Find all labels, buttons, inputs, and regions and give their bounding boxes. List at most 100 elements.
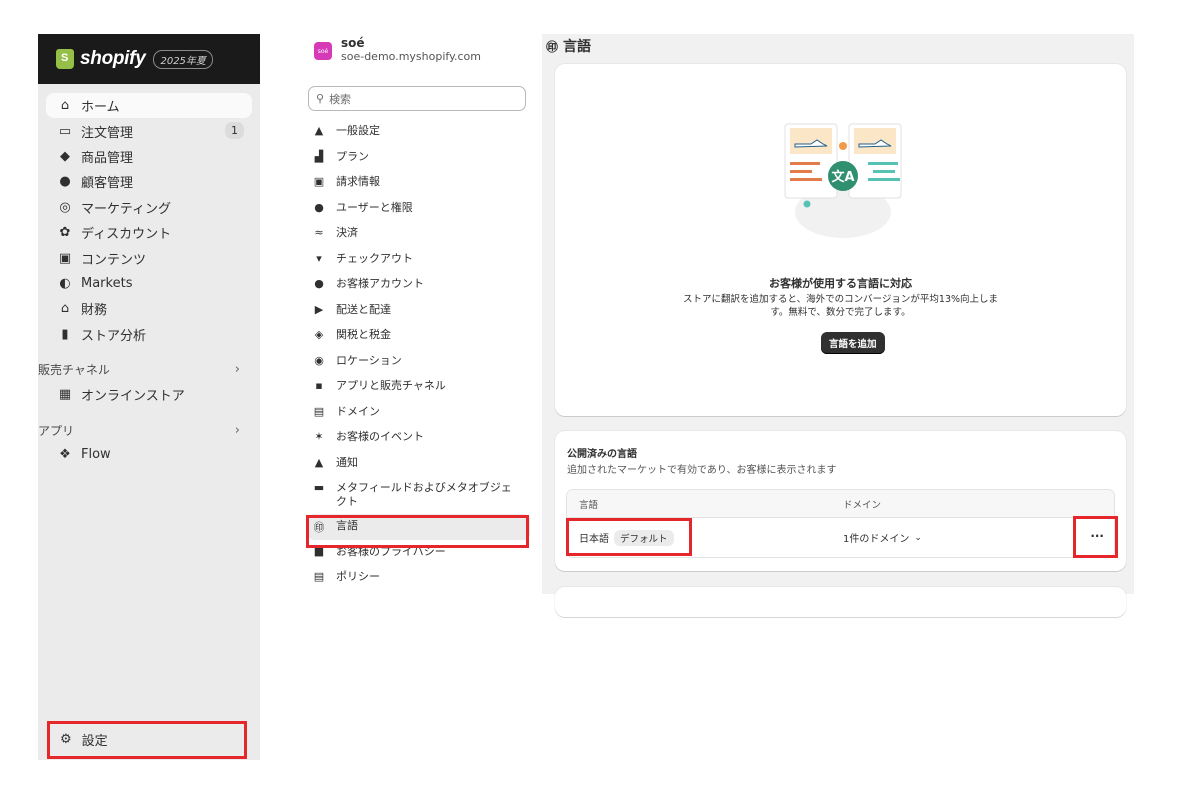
add-language-button[interactable]: 言語を追加 (821, 332, 885, 354)
settings-item-8[interactable]: ◈ 関税と税金 (308, 323, 530, 349)
sidebar-item-label: オンラインストア (81, 389, 185, 405)
chevron-down-icon: ⌄ (914, 532, 922, 543)
settings-item-12[interactable]: ✶ お客様のイベント (308, 425, 530, 451)
sidebar-item-nav.sales_channels.items0[interactable]: ▦ オンラインストア (46, 382, 252, 407)
billing-icon: ▣ (313, 175, 325, 188)
settings-item-0[interactable]: ▲ 一般設定 (308, 119, 530, 145)
payments-icon: ≈ (314, 226, 324, 239)
settings-item-7[interactable]: ▶ 配送と配達 (308, 298, 530, 324)
language-icon: ㊞ (313, 521, 325, 534)
sidebar-item-label: ストア分析 (81, 328, 147, 344)
truck-icon: ▶ (314, 302, 324, 316)
settings-item-17[interactable]: ▤ ポリシー (308, 565, 530, 591)
sidebar-item-label: ホーム (81, 100, 120, 116)
flow-icon: ❖ (59, 447, 71, 463)
lock-icon: ■ (313, 544, 325, 558)
sidebar-item-nav.items4[interactable]: ◎ マーケティング (46, 195, 252, 220)
plan-icon: ▟ (314, 149, 324, 163)
sidebar-item-nav.items0[interactable]: ⌂ ホーム (46, 93, 252, 119)
store-header[interactable]: soé soé soe-demo.myshopify.com (308, 34, 530, 84)
domain-icon: ▤ (313, 404, 325, 418)
sidebar-item-nav.items3[interactable]: ● 顧客管理 (46, 169, 252, 194)
apps-section-header[interactable]: アプリ › (38, 420, 252, 440)
search-placeholder: 検索 (329, 92, 352, 106)
sidebar-item-nav.apps.items0[interactable]: ❖ Flow (46, 442, 252, 467)
cart-icon: ▾ (316, 251, 322, 265)
page-title: ㊞ 言語 (546, 36, 591, 56)
settings-item-11[interactable]: ▤ ドメイン (308, 400, 530, 426)
sidebar-item-nav.items1[interactable]: ▭ 注文管理 1 (46, 118, 252, 143)
shopify-logo[interactable]: shopify (80, 48, 146, 70)
table-header: 言語 ドメイン (567, 490, 1114, 518)
main-content: ㊞ 言語 文A お客様が使用する言語に対応 ストアに翻訳を追加すると、海外でのコ… (542, 34, 1134, 617)
home-icon: ⌂ (60, 98, 70, 114)
settings-item-1[interactable]: ▟ プラン (308, 145, 530, 171)
settings-nav-item[interactable]: ⚙ 設定 (48, 724, 244, 754)
settings-item-13[interactable]: ▲ 通知 (308, 451, 530, 477)
settings-item-label: ドメイン (336, 404, 380, 418)
sidebar-item-label: 財務 (81, 303, 108, 319)
settings-item-5[interactable]: ▾ チェックアウト (308, 247, 530, 273)
analytics-icon: ▮ (61, 326, 69, 342)
settings-item-label: チェックアウト (336, 251, 413, 265)
sidebar-item-label: 顧客管理 (81, 176, 134, 192)
settings-item-10[interactable]: ▪ アプリと販売チャネル (308, 374, 530, 400)
gear-icon: ⚙ (60, 731, 72, 747)
column-domain: ドメイン (843, 499, 882, 511)
settings-item-label: お客様アカウント (336, 277, 424, 290)
sidebar-item-nav.items5[interactable]: ✿ ディスカウント (46, 220, 252, 245)
settings-item-14[interactable]: ▬ メタフィールドおよびメタオブジェクト (308, 476, 530, 514)
shopify-bag-icon (56, 49, 74, 69)
sidebar-item-nav.items8[interactable]: ⌂ 財務 (46, 296, 252, 321)
target-icon: ◎ (59, 199, 71, 215)
language-icon: ㊞ (546, 39, 559, 54)
store-icon: ▦ (58, 387, 72, 403)
published-title: 公開済みの言語 (567, 449, 637, 460)
settings-item-label: アプリと販売チャネル (336, 379, 446, 392)
order-count-badge: 1 (225, 122, 244, 140)
settings-item-4[interactable]: ≈ 決済 (308, 221, 530, 247)
settings-list: ▲ 一般設定 ▟ プラン ▣ 請求情報 ● ユーザーと権限 ≈ 決済 ▾ チェックアウト ● お客様アカウ… (308, 119, 530, 591)
sidebar-item-label: コンテンツ (81, 252, 147, 268)
more-actions-button[interactable]: ··· (1090, 529, 1104, 543)
search-icon: ⚲ (316, 92, 325, 105)
published-description: 追加されたマーケットで有効であり、お客様に表示されます (567, 465, 837, 476)
default-badge: デフォルト (614, 529, 674, 546)
sidebar-item-label: マーケティング (81, 201, 171, 217)
sales-channels-section-label: 販売チャネル (38, 363, 110, 378)
bank-icon: ⌂ (60, 301, 70, 317)
settings-item-3[interactable]: ● ユーザーと権限 (308, 196, 530, 222)
sidebar-item-nav.items6[interactable]: ▣ コンテンツ (46, 245, 252, 270)
language-name: 日本語 (579, 534, 609, 545)
published-languages-card: 公開済みの言語 追加されたマーケットで有効であり、お客様に表示されます 言語 ド… (555, 431, 1126, 571)
table-row[interactable]: 日本語 デフォルト 1件のドメイン ⌄ ··· (567, 518, 1114, 557)
sales-channels-section-header[interactable]: 販売チャネル › (38, 360, 252, 380)
settings-item-label: ポリシー (336, 570, 380, 583)
sidebar-item-nav.items2[interactable]: ◆ 商品管理 (46, 144, 252, 169)
policy-icon: ▤ (313, 570, 325, 583)
translation-illustration: 文A (784, 123, 902, 238)
admin-sidebar: shopify 2025年夏 ⌂ ホーム ▭ 注文管理 1 ◆ 商品管理 ● 顧客管理 ◎ マーケテ… (38, 34, 260, 760)
settings-item-label: ロケーション (336, 353, 402, 367)
sidebar-item-nav.items9[interactable]: ▮ ストア分析 (46, 322, 252, 347)
language-table: 言語 ドメイン 日本語 デフォルト 1件のドメイン ⌄ ··· (566, 489, 1115, 558)
sidebar-item-nav.items7[interactable]: ◐ Markets (46, 271, 252, 296)
settings-item-16[interactable]: ■ お客様のプライバシー (308, 540, 530, 566)
search-input[interactable]: ⚲ 検索 (308, 86, 526, 111)
settings-item-label: 決済 (336, 226, 358, 239)
sidebar-item-label: ディスカウント (81, 227, 172, 243)
settings-item-label: 通知 (336, 455, 358, 469)
settings-item-label: ユーザーと権限 (336, 200, 413, 214)
settings-item-2[interactable]: ▣ 請求情報 (308, 170, 530, 196)
empty-state-description: ストアに翻訳を追加すると、海外でのコンバージョンが平均13%向上します。無料で、… (682, 294, 999, 318)
settings-item-15[interactable]: ㊞言語 (308, 514, 530, 540)
users-icon: ● (314, 200, 324, 214)
settings-item-9[interactable]: ◉ ロケーション (308, 349, 530, 375)
edition-badge[interactable]: 2025年夏 (153, 49, 213, 69)
content-icon: ▣ (58, 250, 72, 266)
settings-label: 設定 (81, 733, 108, 749)
language-cell: 日本語 デフォルト (567, 529, 843, 546)
additional-card (555, 587, 1126, 617)
domain-dropdown[interactable]: 1件のドメイン ⌄ (843, 530, 922, 546)
settings-item-6[interactable]: ● お客様アカウント (308, 272, 530, 298)
